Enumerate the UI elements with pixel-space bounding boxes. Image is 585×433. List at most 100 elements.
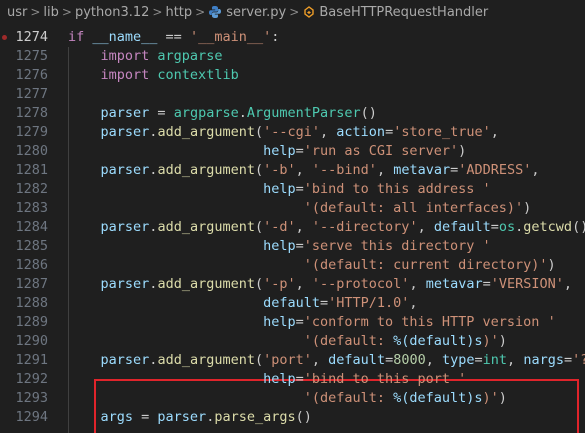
breadcrumb-item-python[interactable]: python3.12: [75, 5, 149, 20]
code-line[interactable]: 1283 '(default: all interfaces)'): [0, 199, 585, 218]
line-number: 1283: [15, 200, 48, 216]
breadcrumb-item-http[interactable]: http: [165, 5, 192, 20]
code-token: help: [263, 181, 296, 197]
breakpoint-icon[interactable]: [2, 35, 7, 40]
code-text: parser.add_argument('--cgi', action='sto…: [68, 123, 499, 142]
line-number: 1287: [15, 276, 48, 292]
code-token: =: [295, 238, 304, 254]
code-token: ,: [320, 124, 337, 140]
code-line[interactable]: 1290 '(default: %(default)s)'): [0, 332, 585, 351]
code-token: 'ADDRESS': [458, 162, 532, 178]
breadcrumb: usr > lib > python3.12 > http > server.p…: [0, 0, 585, 24]
code-token: '(default: all interfaces)': [303, 200, 524, 216]
code-text: parser.add_argument('-b', '--bind', meta…: [68, 161, 540, 180]
code-editor[interactable]: 1274 if __name__ == '__main__': 1275 impor…: [0, 28, 585, 433]
code-token: ArgumentParser: [246, 105, 361, 121]
code-token: ,: [425, 352, 442, 368]
code-token: =: [490, 219, 499, 235]
line-number: 1291: [15, 352, 48, 368]
code-token: add_argument: [157, 352, 255, 368]
code-token: 'bind to this port ': [303, 371, 467, 387]
line-number: 1274: [15, 29, 48, 45]
code-token: (: [254, 352, 264, 368]
code-token: argparse: [157, 48, 223, 64]
breadcrumb-item-symbol[interactable]: BaseHTTPRequestHandler: [319, 5, 488, 20]
breadcrumb-item-lib[interactable]: lib: [43, 5, 58, 20]
code-token: 'serve this directory ': [303, 238, 491, 254]
code-token: ,: [531, 162, 540, 178]
code-text: import argparse: [68, 47, 223, 66]
chevron-right-icon: >: [195, 5, 206, 19]
code-line[interactable]: 1276 import contextlib: [0, 66, 585, 85]
code-token: =: [563, 352, 573, 368]
line-number: 1288: [15, 295, 48, 311]
code-token: .: [238, 105, 247, 121]
code-token: =: [385, 352, 394, 368]
code-token: ,: [295, 276, 312, 292]
code-token: parser: [100, 105, 150, 121]
code-token: '--directory': [311, 219, 418, 235]
line-number: 1284: [15, 219, 48, 235]
code-line[interactable]: 1280 help='run as CGI server'): [0, 142, 585, 161]
line-number: 1294: [15, 409, 48, 425]
code-token: '-p': [263, 276, 296, 292]
code-token: ,: [311, 352, 329, 368]
code-token: =: [319, 295, 329, 311]
line-number: 1289: [15, 314, 48, 330]
code-text: args = parser.parse_args(): [68, 408, 312, 427]
code-token: 'bind to this address ': [303, 181, 491, 197]
code-line[interactable]: 1274 if __name__ == '__main__':: [0, 28, 585, 47]
code-line[interactable]: 1281 parser.add_argument('-b', '--bind',…: [0, 161, 585, 180]
code-line[interactable]: 1287 parser.add_argument('-p', '--protoc…: [0, 275, 585, 294]
code-token: =: [385, 124, 394, 140]
code-line[interactable]: 1293 '(default: %(default)s)'): [0, 389, 585, 408]
code-token: (: [254, 124, 264, 140]
code-token: parser: [100, 352, 150, 368]
chevron-right-icon: >: [152, 5, 163, 19]
code-token: =: [295, 314, 304, 330]
code-line[interactable]: 1294 args = parser.parse_args(): [0, 408, 585, 427]
code-line[interactable]: 1288 default='HTTP/1.0',: [0, 294, 585, 313]
code-token: help: [263, 314, 296, 330]
code-token: (: [254, 276, 264, 292]
code-line[interactable]: 1275 import argparse: [0, 47, 585, 66]
line-number: 1293: [15, 390, 48, 406]
code-token: getcwd: [523, 219, 573, 235]
code-line[interactable]: 1278 parser = argparse.ArgumentParser(): [0, 104, 585, 123]
code-line[interactable]: 1286 '(default: current directory)'): [0, 256, 585, 275]
code-line[interactable]: 1277: [0, 85, 585, 104]
code-token: ,: [295, 219, 312, 235]
code-line[interactable]: 1282 help='bind to this address ': [0, 180, 585, 199]
code-token: 'VERSION': [490, 276, 564, 292]
code-token: %(default)s: [393, 333, 483, 349]
breadcrumb-item-usr[interactable]: usr: [7, 5, 27, 20]
code-token: args: [100, 409, 134, 425]
code-line[interactable]: 1291 parser.add_argument('port', default…: [0, 351, 585, 370]
code-text: parser.add_argument('-d', '--directory',…: [68, 218, 585, 237]
chevron-right-icon: >: [30, 5, 41, 19]
code-line[interactable]: 1284 parser.add_argument('-d', '--direct…: [0, 218, 585, 237]
code-token: ,: [563, 276, 573, 292]
code-token: parser: [100, 124, 150, 140]
code-token: parser: [100, 276, 150, 292]
code-line[interactable]: 1279 parser.add_argument('--cgi', action…: [0, 123, 585, 142]
breadcrumb-item-file[interactable]: server.py: [226, 5, 286, 20]
code-text: '(default: all interfaces)'): [68, 199, 532, 218]
code-token: argparse: [173, 105, 239, 121]
code-text: '(default: %(default)s)'): [68, 389, 507, 408]
code-token: import: [100, 67, 158, 83]
code-line[interactable]: 1285 help='serve this directory ': [0, 237, 585, 256]
code-token: (): [295, 409, 312, 425]
code-line[interactable]: 1292 help='bind to this port ': [0, 370, 585, 389]
code-line[interactable]: 1289 help='conform to this HTTP version …: [0, 313, 585, 332]
